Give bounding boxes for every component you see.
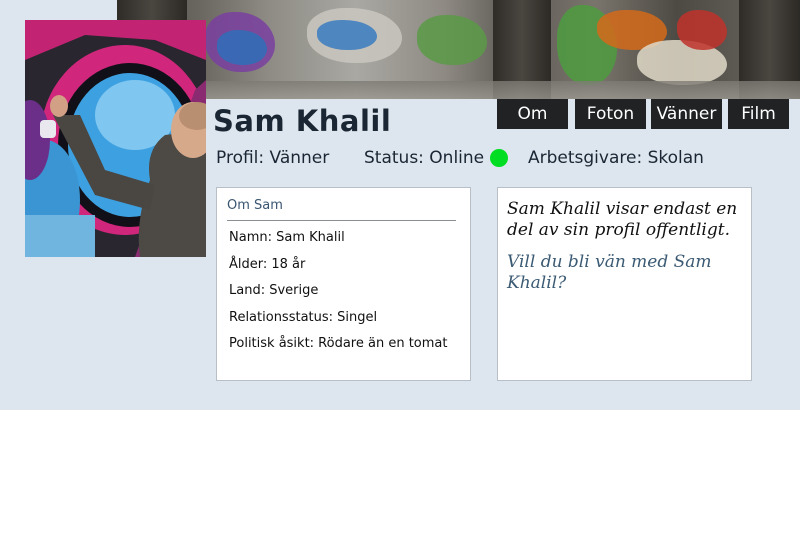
add-friend-link[interactable]: Vill du bli vän med Sam Khalil?: [507, 252, 745, 294]
tab-film[interactable]: Film: [728, 99, 789, 129]
privacy-message: Sam Khalil visar endast en del av sin pr…: [507, 199, 738, 240]
about-panel: Om Sam Namn: Sam Khalil Ålder: 18 år Lan…: [216, 187, 471, 381]
about-fields: Namn: Sam Khalil Ålder: 18 år Land: Sver…: [229, 230, 447, 363]
tab-vanner[interactable]: Vänner: [651, 99, 722, 129]
profile-visibility: Profil: Vänner: [216, 148, 330, 168]
status-label: Status: Online: [364, 148, 485, 168]
about-heading: Om Sam: [227, 198, 283, 213]
tab-foton[interactable]: Foton: [575, 99, 646, 129]
profile-avatar: [25, 20, 206, 257]
field-relationship: Relationsstatus: Singel: [229, 309, 378, 325]
about-divider: [227, 220, 456, 221]
graffiti-photo: [25, 20, 206, 257]
privacy-message-panel: Sam Khalil visar endast en del av sin pr…: [497, 187, 752, 381]
cover-photo: [117, 0, 800, 99]
online-indicator-icon: [490, 149, 509, 167]
employer: Arbetsgivare: Skolan: [528, 148, 704, 168]
field-name: Namn: Sam Khalil: [229, 230, 345, 245]
field-politics: Politisk åsikt: Rödare än en tomat: [229, 336, 448, 351]
field-country: Land: Sverige: [229, 283, 319, 298]
profile-name: Sam Khalil: [213, 104, 392, 138]
tab-om[interactable]: Om: [497, 99, 568, 129]
online-status: Status: Online: [364, 148, 509, 168]
field-age: Ålder: 18 år: [229, 256, 306, 272]
